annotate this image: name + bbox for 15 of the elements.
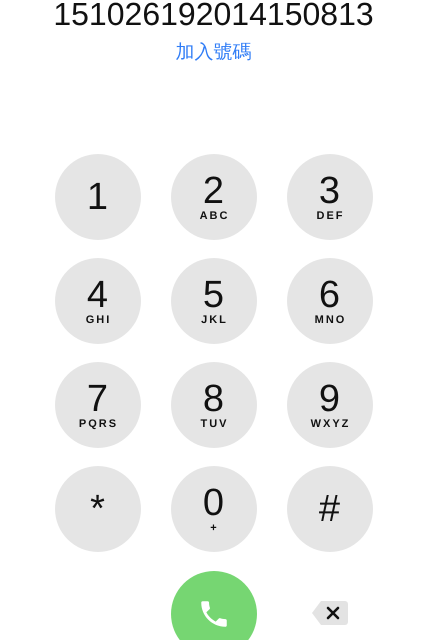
keypad-key[interactable]: 4 GHI [54,258,140,344]
keypad-key[interactable]: 3 DEF [286,154,372,240]
keypad-key[interactable]: 5 JKL [170,258,256,344]
keypad-key[interactable]: # [286,466,372,552]
keypad-key[interactable]: 2 ABC [170,154,256,240]
keypad-key[interactable]: 9 WXYZ [286,362,372,448]
backspace-icon [310,599,348,627]
add-number-link[interactable]: 加入號碼 [176,41,252,65]
keypad-key[interactable]: 7 PQRS [54,362,140,448]
dialed-number: 151026192014150813 [53,0,374,29]
keypad-key[interactable]: 6 MNO [286,258,372,344]
keypad-key[interactable]: 8 TUV [170,362,256,448]
keypad-key[interactable]: 0 + [170,466,256,552]
keypad-key[interactable]: 1 [54,154,140,240]
keypad-key[interactable]: * [54,466,140,552]
